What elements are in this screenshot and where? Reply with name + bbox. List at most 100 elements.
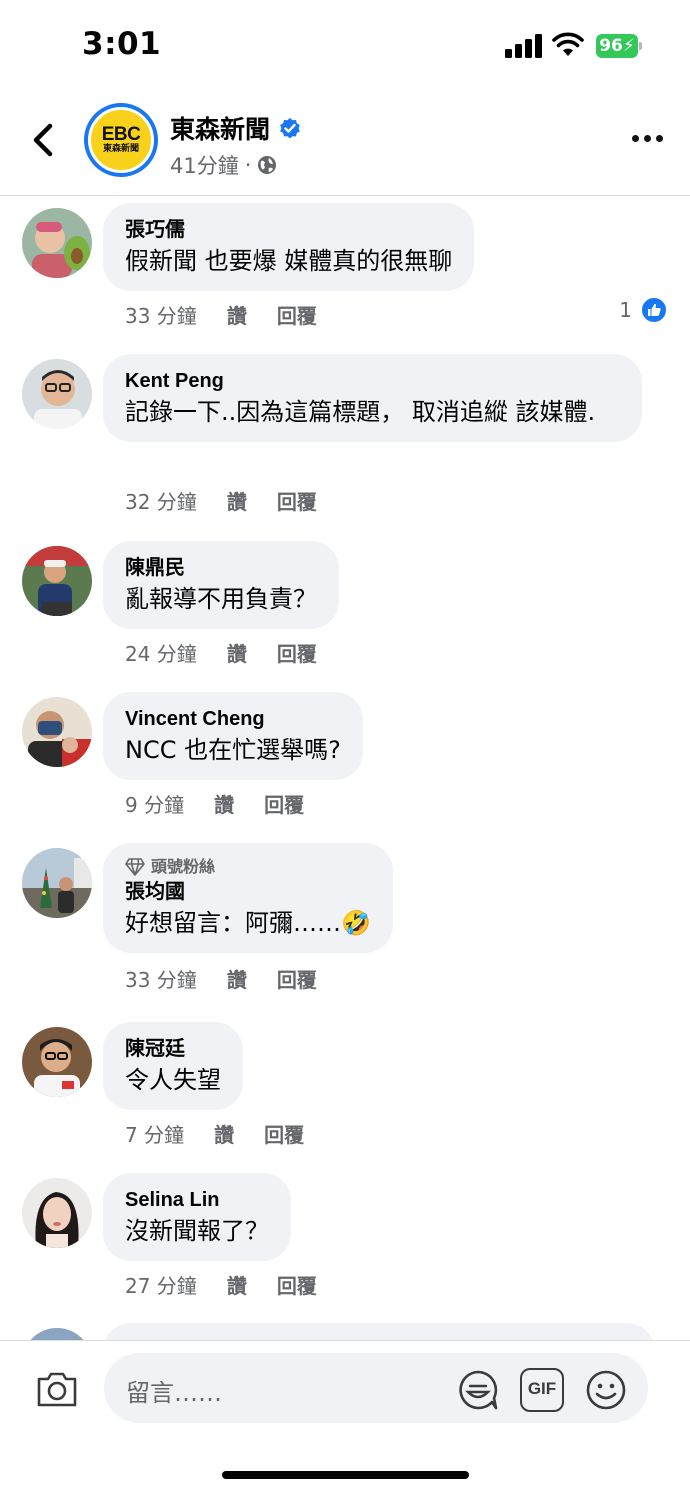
commenter-avatar[interactable] [22,1027,92,1097]
battery-level: 96⚡ [596,34,638,58]
thumbs-up-icon [640,296,668,324]
logo-ebc-text: EBC [101,124,141,145]
reaction-count[interactable]: 1 [619,296,668,324]
page-avatar[interactable]: EBC 東森新聞 [84,103,158,177]
post-header: EBC 東森新聞 東森新聞 41分鐘 · [0,96,690,196]
comment-placeholder[interactable]: 留言…… [126,1373,222,1408]
comment-actions: 32 分鐘 讚 回覆 [125,486,317,515]
comment-text: 假新聞 也要爆 媒體真的很無聊 [125,247,453,275]
comment-bubble[interactable] [103,1323,655,1340]
like-button[interactable]: 讚 [227,300,247,329]
like-button[interactable]: 讚 [214,1119,234,1148]
comment-text: 令人失望 [125,1066,221,1094]
like-button[interactable]: 讚 [227,638,247,667]
comment-bubble[interactable]: 陳鼎民 亂報導不用負責？ [103,541,339,629]
reply-button[interactable]: 回覆 [277,964,317,993]
comment-item: Vincent Cheng NCC 也在忙選舉嗎? 9 分鐘 讚 回覆 [0,692,690,832]
sticker-icon[interactable] [456,1368,500,1412]
comment-text: 好想留言：阿彌……🤣 [125,909,371,937]
comment-author[interactable]: Selina Lin [125,1186,269,1214]
like-button[interactable]: 讚 [227,964,247,993]
wifi-icon [552,32,584,56]
comment-author[interactable]: Vincent Cheng [125,705,341,733]
comment-actions: 33 分鐘 讚 回覆 [125,300,317,329]
page-name[interactable]: 東森新聞 [170,110,302,146]
comment-actions: 7 分鐘 讚 回覆 [125,1119,304,1148]
reply-button[interactable]: 回覆 [277,486,317,515]
logo-sub-text: 東森新聞 [102,144,139,154]
status-time: 3:01 [82,26,162,62]
post-time: 41分鐘 [170,154,239,178]
verified-badge-icon [280,118,300,139]
comment-actions: 24 分鐘 讚 回覆 [125,638,317,667]
reply-button[interactable]: 回覆 [264,789,304,818]
reaction-count-number: 1 [619,298,632,322]
top-fan-label: 頭號粉絲 [151,857,216,876]
comment-item-partial [0,1323,690,1340]
comment-time: 9 分鐘 [125,793,185,817]
comment-author[interactable]: 張巧儒 [125,216,452,244]
home-indicator [222,1471,469,1479]
reply-button[interactable]: 回覆 [277,1270,317,1299]
commenter-avatar[interactable] [22,359,92,429]
reply-button[interactable]: 回覆 [277,638,317,667]
comment-actions: 9 分鐘 讚 回覆 [125,789,304,818]
page-name-label[interactable]: 東森新聞 [170,110,270,146]
comment-bubble[interactable]: 陳冠廷 令人失望 [103,1022,243,1110]
comment-text: 記錄一下..因為這篇標題， 取消追縱 該媒體. [125,398,596,426]
cellular-signal-icon [505,34,543,58]
comment-time: 32 分鐘 [125,490,197,514]
comment-author[interactable]: 陳冠廷 [125,1035,221,1063]
battery-icon: 96⚡ [596,34,642,58]
comment-list: 張巧儒 假新聞 也要爆 媒體真的很無聊 33 分鐘 讚 回覆 1 Kent Pe… [0,197,690,1340]
commenter-avatar[interactable] [22,848,92,918]
commenter-avatar[interactable] [22,1178,92,1248]
emoji-icon[interactable] [584,1368,628,1412]
comment-item: Selina Lin 沒新聞報了？ 27 分鐘 讚 回覆 [0,1173,690,1313]
gif-icon[interactable]: GIF [520,1368,564,1412]
globe-icon [258,156,277,174]
comment-text: NCC 也在忙選舉嗎? [125,736,341,764]
like-button[interactable]: 讚 [227,1270,247,1299]
comment-item: 張巧儒 假新聞 也要爆 媒體真的很無聊 33 分鐘 讚 回覆 1 [0,203,690,343]
camera-icon[interactable] [35,1369,79,1409]
comment-bubble[interactable]: 張巧儒 假新聞 也要爆 媒體真的很無聊 [103,203,475,291]
comment-bubble[interactable]: 頭號粉絲 張均國 好想留言：阿彌……🤣 [103,843,393,953]
back-arrow-icon[interactable] [24,118,64,162]
comment-author[interactable]: 張均國 [125,878,371,906]
comment-time: 33 分鐘 [125,968,197,992]
comment-time: 24 分鐘 [125,642,197,666]
post-meta: 41分鐘 · [170,150,277,180]
comment-actions: 33 分鐘 讚 回覆 [125,964,317,993]
comment-item: 陳冠廷 令人失望 7 分鐘 讚 回覆 [0,1022,690,1162]
more-options-icon[interactable] [632,132,664,144]
comment-input[interactable]: 留言…… GIF [104,1353,648,1423]
comment-actions: 27 分鐘 讚 回覆 [125,1270,317,1299]
comment-bubble[interactable]: Selina Lin 沒新聞報了？ [103,1173,291,1261]
comment-time: 33 分鐘 [125,304,197,328]
comment-text: 沒新聞報了？ [125,1217,269,1245]
comment-bubble[interactable]: Kent Peng 記錄一下..因為這篇標題， 取消追縱 該媒體. [103,354,642,442]
reply-button[interactable]: 回覆 [277,300,317,329]
top-fan-badge: 頭號粉絲 [125,856,371,878]
comment-author[interactable]: Kent Peng [125,367,620,395]
comment-text: 亂報導不用負責？ [125,585,317,613]
meta-separator: · [244,153,252,177]
comment-author[interactable]: 陳鼎民 [125,554,317,582]
status-bar: 3:01 96⚡ [0,0,690,90]
like-button[interactable]: 讚 [214,789,234,818]
commenter-avatar[interactable] [22,208,92,278]
commenter-avatar[interactable] [22,546,92,616]
comment-item: Kent Peng 記錄一下..因為這篇標題， 取消追縱 該媒體. 32 分鐘 … [0,354,690,524]
reply-button[interactable]: 回覆 [264,1119,304,1148]
commenter-avatar[interactable] [22,1328,92,1340]
comment-bubble[interactable]: Vincent Cheng NCC 也在忙選舉嗎? [103,692,363,780]
comment-composer: 留言…… GIF [0,1340,690,1493]
diamond-icon [125,858,145,876]
comment-item: 陳鼎民 亂報導不用負責？ 24 分鐘 讚 回覆 [0,541,690,681]
like-button[interactable]: 讚 [227,486,247,515]
comment-time: 27 分鐘 [125,1274,197,1298]
comment-item: 頭號粉絲 張均國 好想留言：阿彌……🤣 33 分鐘 讚 回覆 [0,843,690,1013]
commenter-avatar[interactable] [22,697,92,767]
ebc-logo: EBC 東森新聞 [88,107,154,173]
